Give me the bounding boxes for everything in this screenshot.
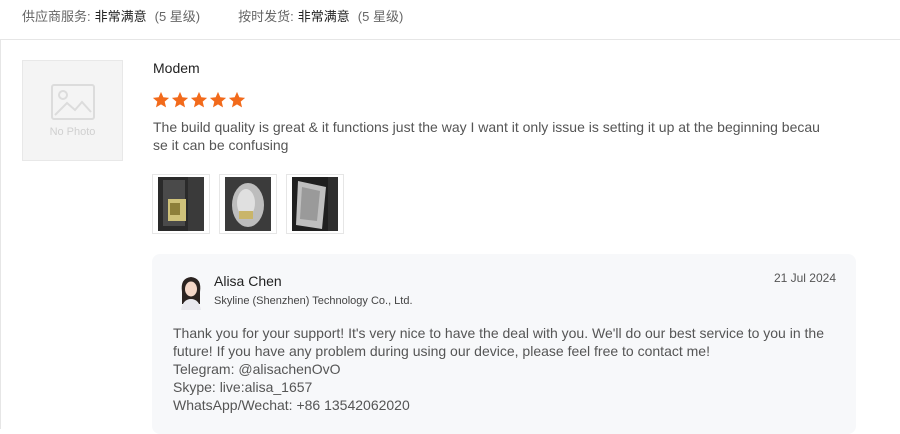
rating-level: (5 星级) — [357, 8, 404, 24]
supplier-name: Alisa Chen — [214, 273, 282, 289]
reviewer-avatar: No Photo — [22, 60, 123, 161]
divider — [0, 39, 900, 40]
review-photo-1 — [158, 177, 204, 231]
review-photo-thumbnail[interactable] — [152, 174, 210, 234]
supplier-ratings: 供应商服务: 非常满意 (5 星级) 按时发货: 非常满意 (5 星级) — [22, 0, 403, 30]
star-icon — [152, 91, 170, 108]
star-icon — [209, 91, 227, 108]
card-border — [0, 40, 1, 429]
product-name: Modem — [153, 60, 200, 76]
star-icon — [171, 91, 189, 108]
review-photo-2 — [225, 177, 271, 231]
rating-label: 供应商服务: — [22, 8, 91, 24]
star-icon — [190, 91, 208, 108]
review-photo-3 — [292, 177, 338, 231]
no-photo-label: No Photo — [49, 125, 96, 138]
rating-supplier-service: 供应商服务: 非常满意 (5 星级) — [22, 6, 200, 25]
star-icon — [228, 91, 246, 108]
rating-level: (5 星级) — [154, 8, 201, 24]
supplier-avatar — [176, 274, 206, 310]
rating-on-time-delivery: 按时发货: 非常满意 (5 星级) — [238, 6, 403, 25]
reply-line: Thank you for your support! It's very ni… — [173, 325, 824, 359]
supplier-company: Skyline (Shenzhen) Technology Co., Ltd. — [214, 295, 413, 307]
review-text: The build quality is great & it function… — [153, 119, 820, 153]
supplier-reply: Alisa Chen Skyline (Shenzhen) Technology… — [152, 254, 856, 434]
no-photo-icon — [50, 83, 95, 120]
reply-line: Skype: live:alisa_1657 — [173, 379, 313, 395]
reply-date: 21 Jul 2024 — [773, 271, 836, 285]
review-photo-thumbnail[interactable] — [286, 174, 344, 234]
review-photos — [152, 174, 353, 234]
rating-label: 按时发货: — [238, 8, 294, 24]
star-rating — [152, 91, 247, 109]
reply-message: Thank you for your support! It's very ni… — [173, 324, 843, 414]
rating-value: 非常满意 — [94, 8, 147, 24]
review-photo-thumbnail[interactable] — [219, 174, 277, 234]
reply-line: WhatsApp/Wechat: +86 13542062020 — [173, 397, 410, 413]
reply-line: Telegram: @alisachenOvO — [173, 361, 341, 377]
rating-value: 非常满意 — [297, 8, 350, 24]
